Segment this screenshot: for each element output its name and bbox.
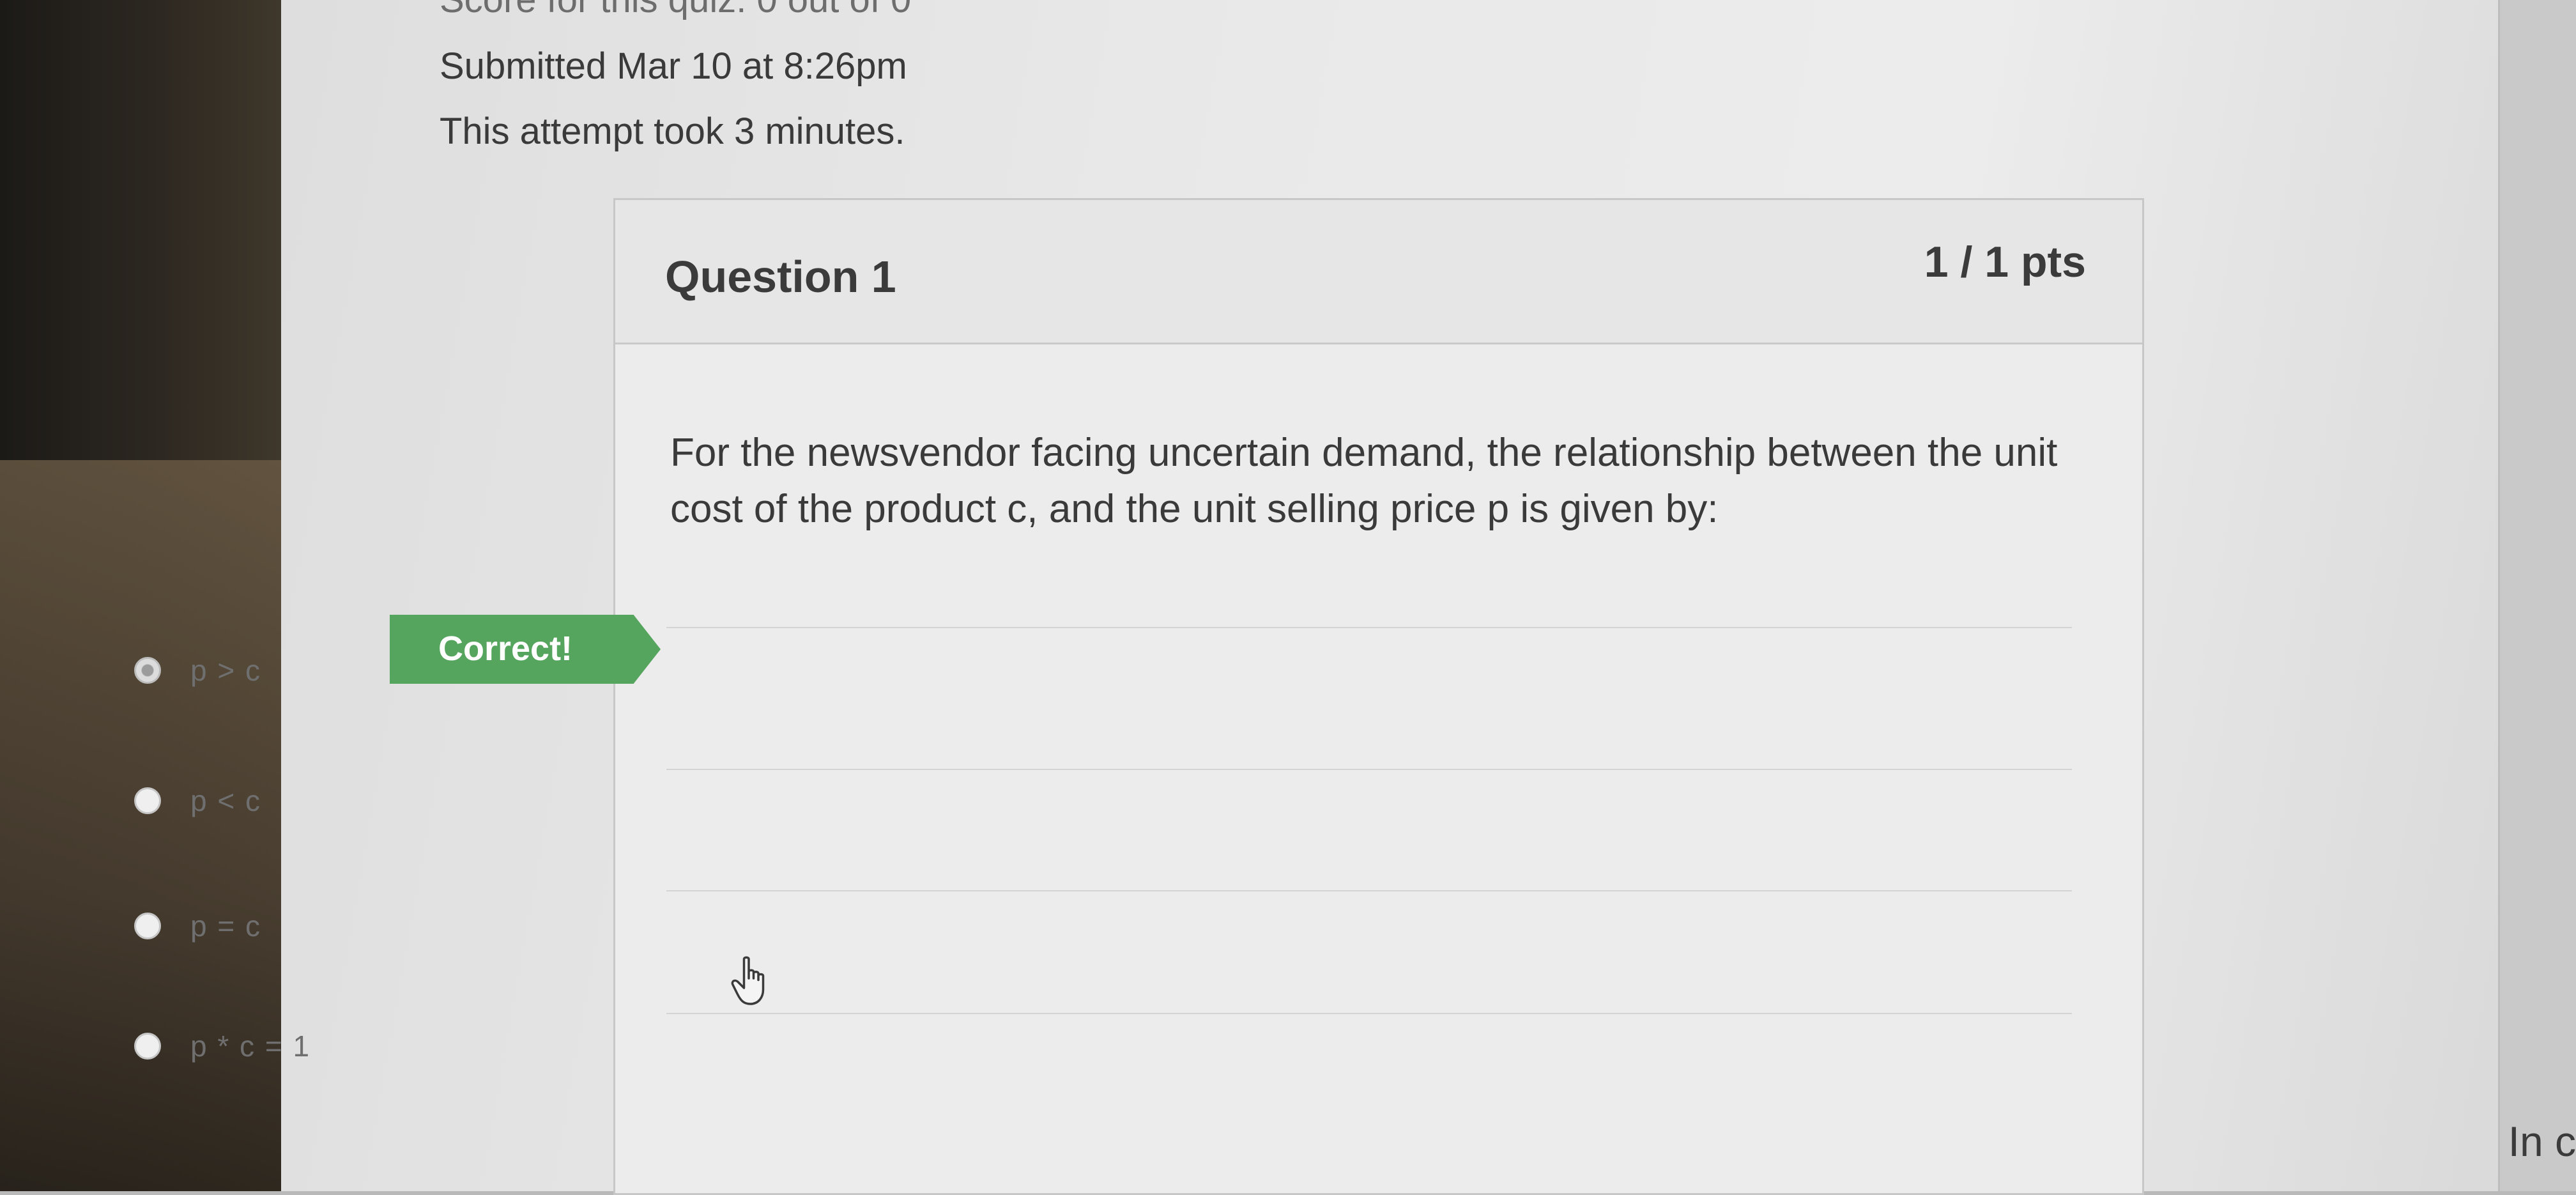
hand-pointer-icon <box>731 956 765 1005</box>
radio-icon <box>134 1033 161 1060</box>
answer-divider <box>666 627 2072 628</box>
quiz-score: Score for this quiz: 0 out of 0 <box>440 0 911 21</box>
side-panel-text: In c <box>2508 1118 2576 1165</box>
answer-text: p = c <box>190 909 262 943</box>
question-points: 1 / 1 pts <box>1924 238 2086 286</box>
answer-text: p < c <box>190 784 262 817</box>
answer-divider <box>666 890 2072 891</box>
answer-divider <box>666 1013 2072 1014</box>
question-text: For the newsvendor facing uncertain dema… <box>670 431 2058 531</box>
submitted-timestamp: Submitted Mar 10 at 8:26pm <box>440 45 907 87</box>
adjacent-window-edge: In c <box>2498 0 2576 1191</box>
answer-divider <box>666 769 2072 770</box>
radio-selected-icon <box>134 657 161 684</box>
radio-icon <box>134 787 161 814</box>
answer-option-4: p * c = 1 <box>134 1017 1284 1075</box>
answer-option-3: p = c <box>134 897 1284 955</box>
answer-text: p > c <box>190 654 262 687</box>
answer-option-2: p < c <box>134 772 1284 829</box>
radio-icon <box>134 913 161 939</box>
question-title: Question 1 <box>665 252 896 302</box>
attempt-duration: This attempt took 3 minutes. <box>440 111 905 152</box>
correct-label: Correct! <box>438 629 573 668</box>
answer-option-1: p > c <box>134 642 1284 699</box>
correct-answer-flag: Correct! <box>390 615 661 684</box>
answer-text: p * c = 1 <box>190 1029 311 1063</box>
question-header: Question 1 1 / 1 pts <box>615 200 2142 344</box>
